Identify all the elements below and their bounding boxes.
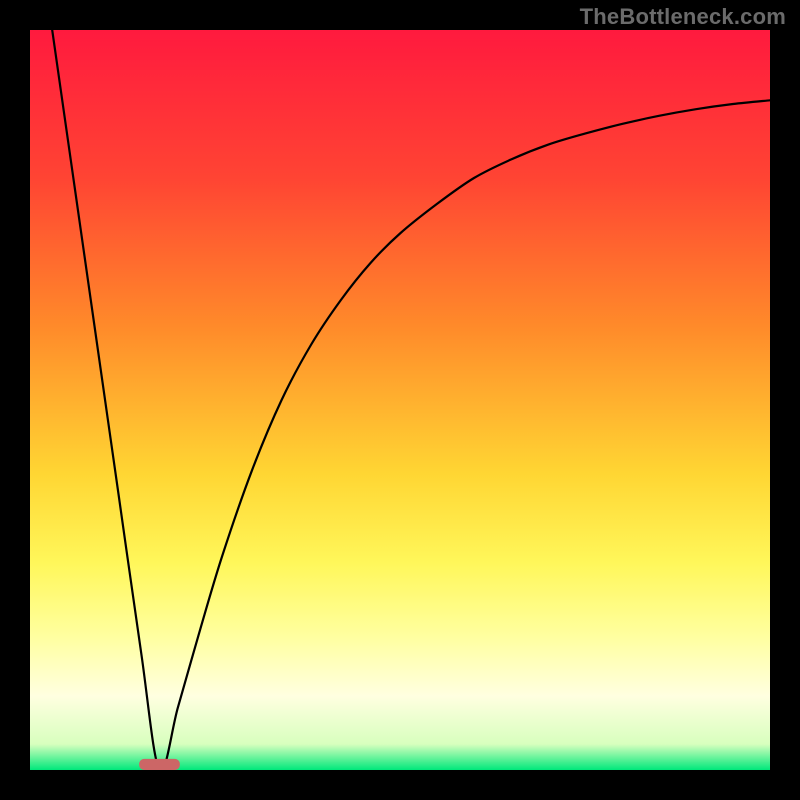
bottleneck-chart [30,30,770,770]
watermark-text: TheBottleneck.com [580,4,786,30]
chart-frame [30,30,770,770]
minimum-marker [139,759,180,770]
